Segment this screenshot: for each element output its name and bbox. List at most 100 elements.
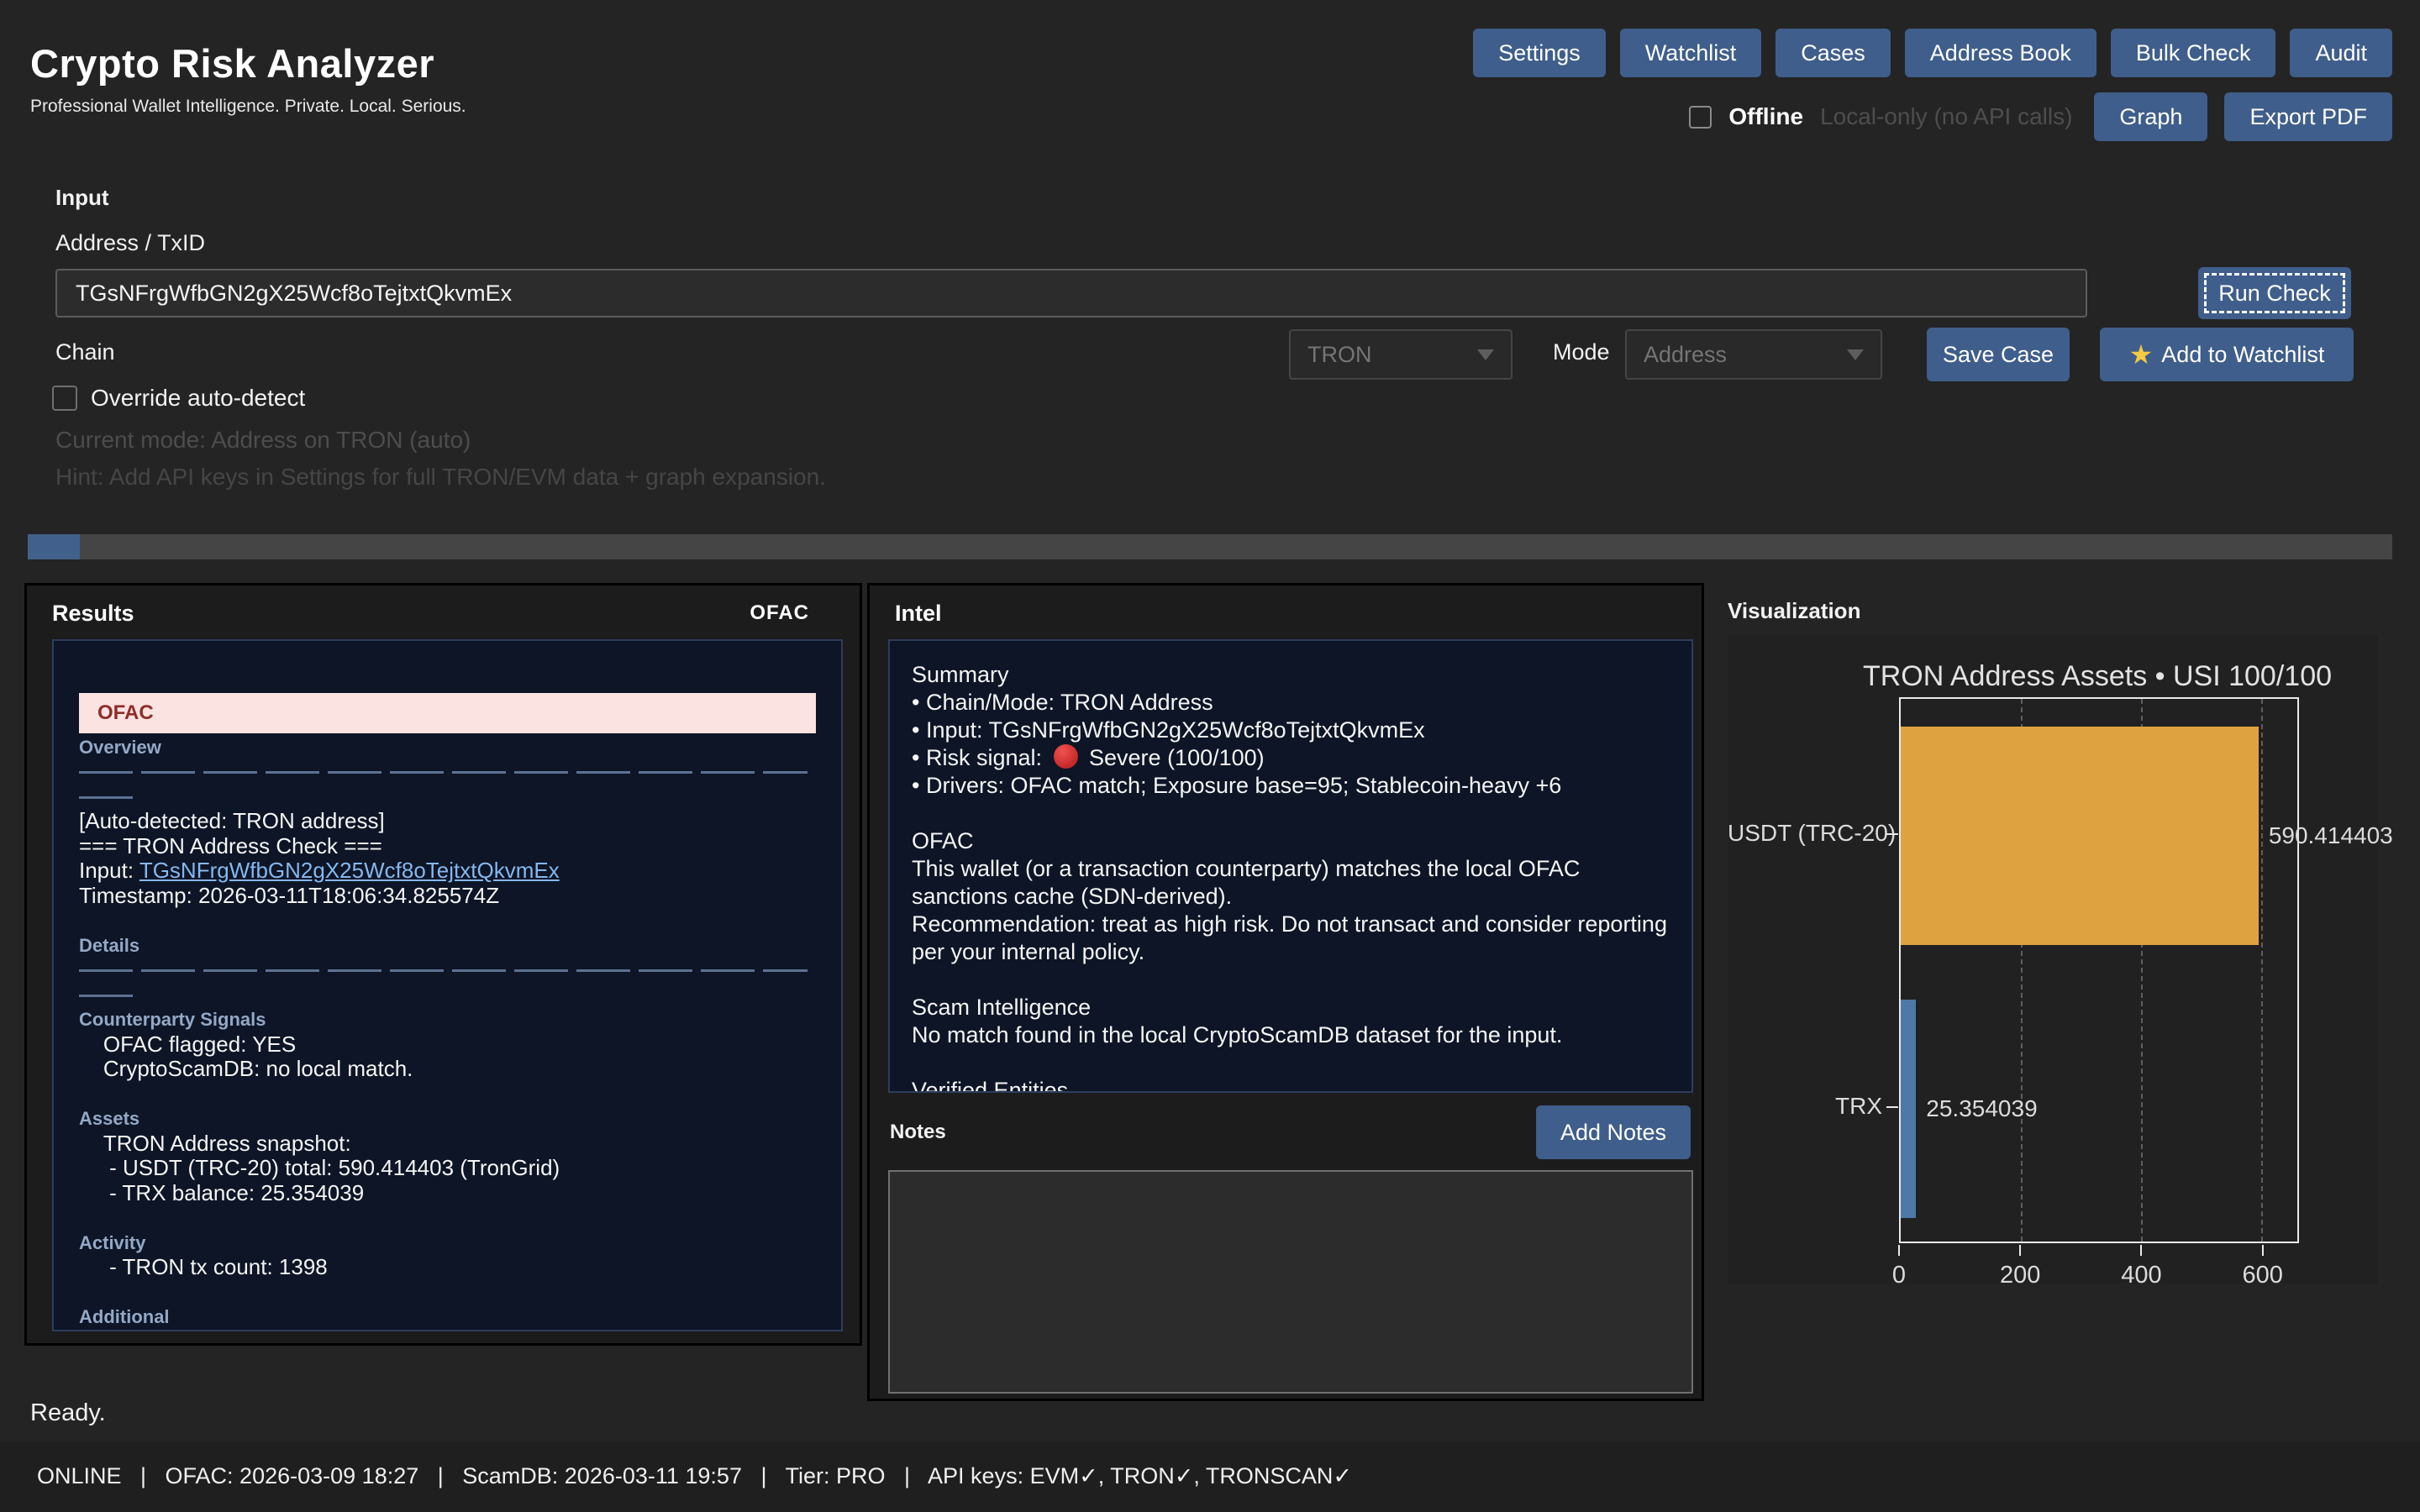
- output-line: [79, 1280, 816, 1305]
- output-line: Recommendation: treat as high risk. Do n…: [912, 911, 1670, 966]
- output-line: Input: TGsNFrgWfbGN2gX25Wcf8oTejtxtQkvmE…: [79, 858, 816, 884]
- x-tick-mark: [2262, 1245, 2264, 1256]
- section-header: Additional: [79, 1305, 816, 1330]
- bulk-check-button[interactable]: Bulk Check: [2111, 29, 2276, 77]
- x-tick-label: 600: [2212, 1262, 2313, 1289]
- mode-select[interactable]: Address: [1625, 329, 1882, 380]
- notes-textarea[interactable]: [888, 1170, 1693, 1394]
- offline-label: Offline: [1728, 103, 1803, 130]
- add-notes-button[interactable]: Add Notes: [1536, 1105, 1691, 1159]
- output-line: Scam Intelligence: [912, 994, 1670, 1021]
- address-txid-label: Address / TxID: [55, 230, 205, 256]
- output-line: [912, 1049, 1670, 1077]
- bar-value-label: 590.414403: [2269, 822, 2393, 849]
- x-tick-mark: [2140, 1245, 2142, 1256]
- visualization-title: Visualization: [1728, 598, 1860, 624]
- hint-text: Hint: Add API keys in Settings for full …: [55, 464, 826, 491]
- run-check-button[interactable]: Run Check: [2198, 267, 2351, 319]
- app-subtitle: Professional Wallet Intelligence. Privat…: [30, 97, 466, 117]
- intel-panel-title: Intel: [895, 601, 942, 627]
- notes-label: Notes: [890, 1121, 946, 1144]
- y-tick-mark: [1886, 833, 1898, 835]
- output-line: [79, 668, 816, 693]
- results-output[interactable]: OFACOverview [Auto-detected: TRON address…: [52, 639, 843, 1331]
- gridline: [2261, 699, 2263, 1242]
- section-header: Overview: [79, 735, 816, 760]
- audit-button[interactable]: Audit: [2290, 29, 2392, 77]
- output-line: OFAC: [912, 827, 1670, 855]
- ofac-alert-banner: OFAC: [79, 693, 816, 733]
- output-line: - TRX balance: 25.354039: [79, 1181, 816, 1206]
- output-line: Verified Entities: [912, 1077, 1670, 1093]
- output-line: [79, 759, 816, 785]
- output-line: [79, 785, 816, 810]
- output-line: [79, 983, 816, 1008]
- output-line: Address Book: no local match.: [79, 1330, 816, 1332]
- output-line: [79, 908, 816, 933]
- output-line: • Drivers: OFAC match; Exposure base=95;…: [912, 772, 1670, 800]
- address-input[interactable]: [55, 269, 2087, 318]
- output-line: No match found in the local CryptoScamDB…: [912, 1021, 1670, 1049]
- section-header: Assets: [79, 1106, 816, 1131]
- address-book-button[interactable]: Address Book: [1905, 29, 2096, 77]
- chain-select[interactable]: TRON: [1289, 329, 1512, 380]
- intel-panel: Intel Summary• Chain/Mode: TRON Address•…: [867, 583, 1704, 1401]
- y-axis-label: USDT (TRC-20): [1728, 820, 1882, 847]
- chart-title: TRON Address Assets • USI 100/100: [1862, 660, 2333, 693]
- ofac-badge: OFAC: [750, 601, 809, 625]
- output-line: • Chain/Mode: TRON Address: [912, 689, 1670, 717]
- y-axis-label: TRX: [1728, 1093, 1882, 1120]
- intel-output[interactable]: Summary• Chain/Mode: TRON Address• Input…: [888, 639, 1693, 1093]
- mode-label: Mode: [1553, 339, 1610, 365]
- y-tick-mark: [1886, 1106, 1898, 1108]
- x-tick-label: 400: [2091, 1262, 2191, 1289]
- output-line: === TRON Address Check ===: [79, 834, 816, 859]
- override-auto-detect-label: Override auto-detect: [91, 385, 305, 412]
- output-line: [79, 1205, 816, 1231]
- section-header: Counterparty Signals: [79, 1007, 816, 1032]
- chain-label: Chain: [55, 339, 115, 365]
- output-line: [912, 800, 1670, 827]
- section-header: Details: [79, 933, 816, 958]
- input-address-link[interactable]: TGsNFrgWfbGN2gX25Wcf8oTejtxtQkvmEx: [139, 858, 560, 883]
- output-line: TRON Address snapshot:: [79, 1131, 816, 1157]
- x-tick-label: 200: [1970, 1262, 2070, 1289]
- watchlist-button[interactable]: Watchlist: [1620, 29, 1762, 77]
- bar-TRX: [1901, 1000, 1916, 1218]
- secondary-nav: Offline Local-only (no API calls) Graph …: [1689, 92, 2392, 141]
- chain-select-value: TRON: [1307, 342, 1372, 368]
- progress-fill: [28, 534, 80, 559]
- output-line: • Input: TGsNFrgWfbGN2gX25Wcf8oTejtxtQkv…: [912, 717, 1670, 744]
- mode-select-value: Address: [1644, 342, 1727, 368]
- add-to-watchlist-label: Add to Watchlist: [2161, 342, 2324, 368]
- add-to-watchlist-button[interactable]: ★ Add to Watchlist: [2100, 328, 2354, 381]
- output-line: This wallet (or a transaction counterpar…: [912, 855, 1670, 911]
- export-pdf-button[interactable]: Export PDF: [2224, 92, 2392, 141]
- chevron-down-icon: [1477, 349, 1494, 360]
- bar-value-label: 25.354039: [1926, 1095, 2037, 1122]
- input-section-label: Input: [55, 185, 109, 211]
- output-line: - USDT (TRC-20) total: 590.414403 (TronG…: [79, 1156, 816, 1181]
- save-case-button[interactable]: Save Case: [1927, 328, 2070, 381]
- output-line: [79, 958, 816, 983]
- red-circle-icon: [1054, 744, 1078, 769]
- offline-checkbox[interactable]: [1689, 106, 1712, 129]
- top-nav: Settings Watchlist Cases Address Book Bu…: [1473, 29, 2392, 77]
- progress-bar: [28, 534, 2392, 559]
- override-auto-detect-checkbox[interactable]: [52, 386, 77, 411]
- assets-bar-chart: TRON Address Assets • USI 100/100 590.41…: [1728, 635, 2378, 1284]
- output-line: CryptoScamDB: no local match.: [79, 1057, 816, 1082]
- cases-button[interactable]: Cases: [1776, 29, 1891, 77]
- graph-button[interactable]: Graph: [2094, 92, 2207, 141]
- status-bar: ONLINE | OFAC: 2026-03-09 18:27 | ScamDB…: [37, 1463, 1352, 1489]
- output-line: [Auto-detected: TRON address]: [79, 809, 816, 834]
- output-line: [79, 1082, 816, 1107]
- results-panel: Results OFAC OFACOverview[Auto-detected:…: [24, 583, 862, 1346]
- settings-button[interactable]: Settings: [1473, 29, 1606, 77]
- current-mode-text: Current mode: Address on TRON (auto): [55, 427, 471, 454]
- chart-plot-area: 590.41440325.354039: [1899, 697, 2299, 1243]
- offline-note: Local-only (no API calls): [1820, 103, 2072, 130]
- output-line: Timestamp: 2026-03-11T18:06:34.825574Z: [79, 884, 816, 909]
- x-tick-mark: [1898, 1245, 1900, 1256]
- output-line: Summary: [912, 661, 1670, 689]
